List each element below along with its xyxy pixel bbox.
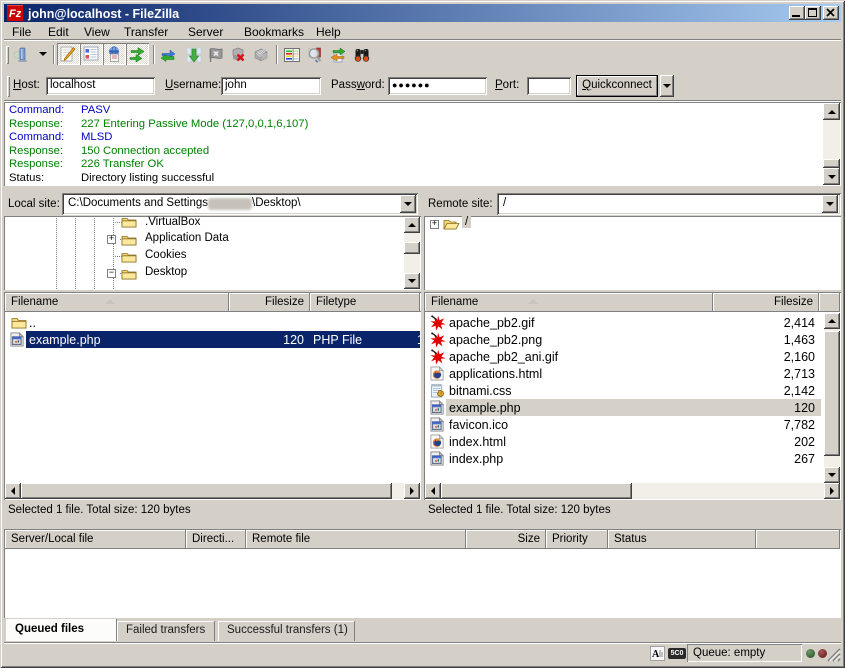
svg-text:A: A xyxy=(652,649,660,660)
svg-text:Fz: Fz xyxy=(9,8,22,20)
